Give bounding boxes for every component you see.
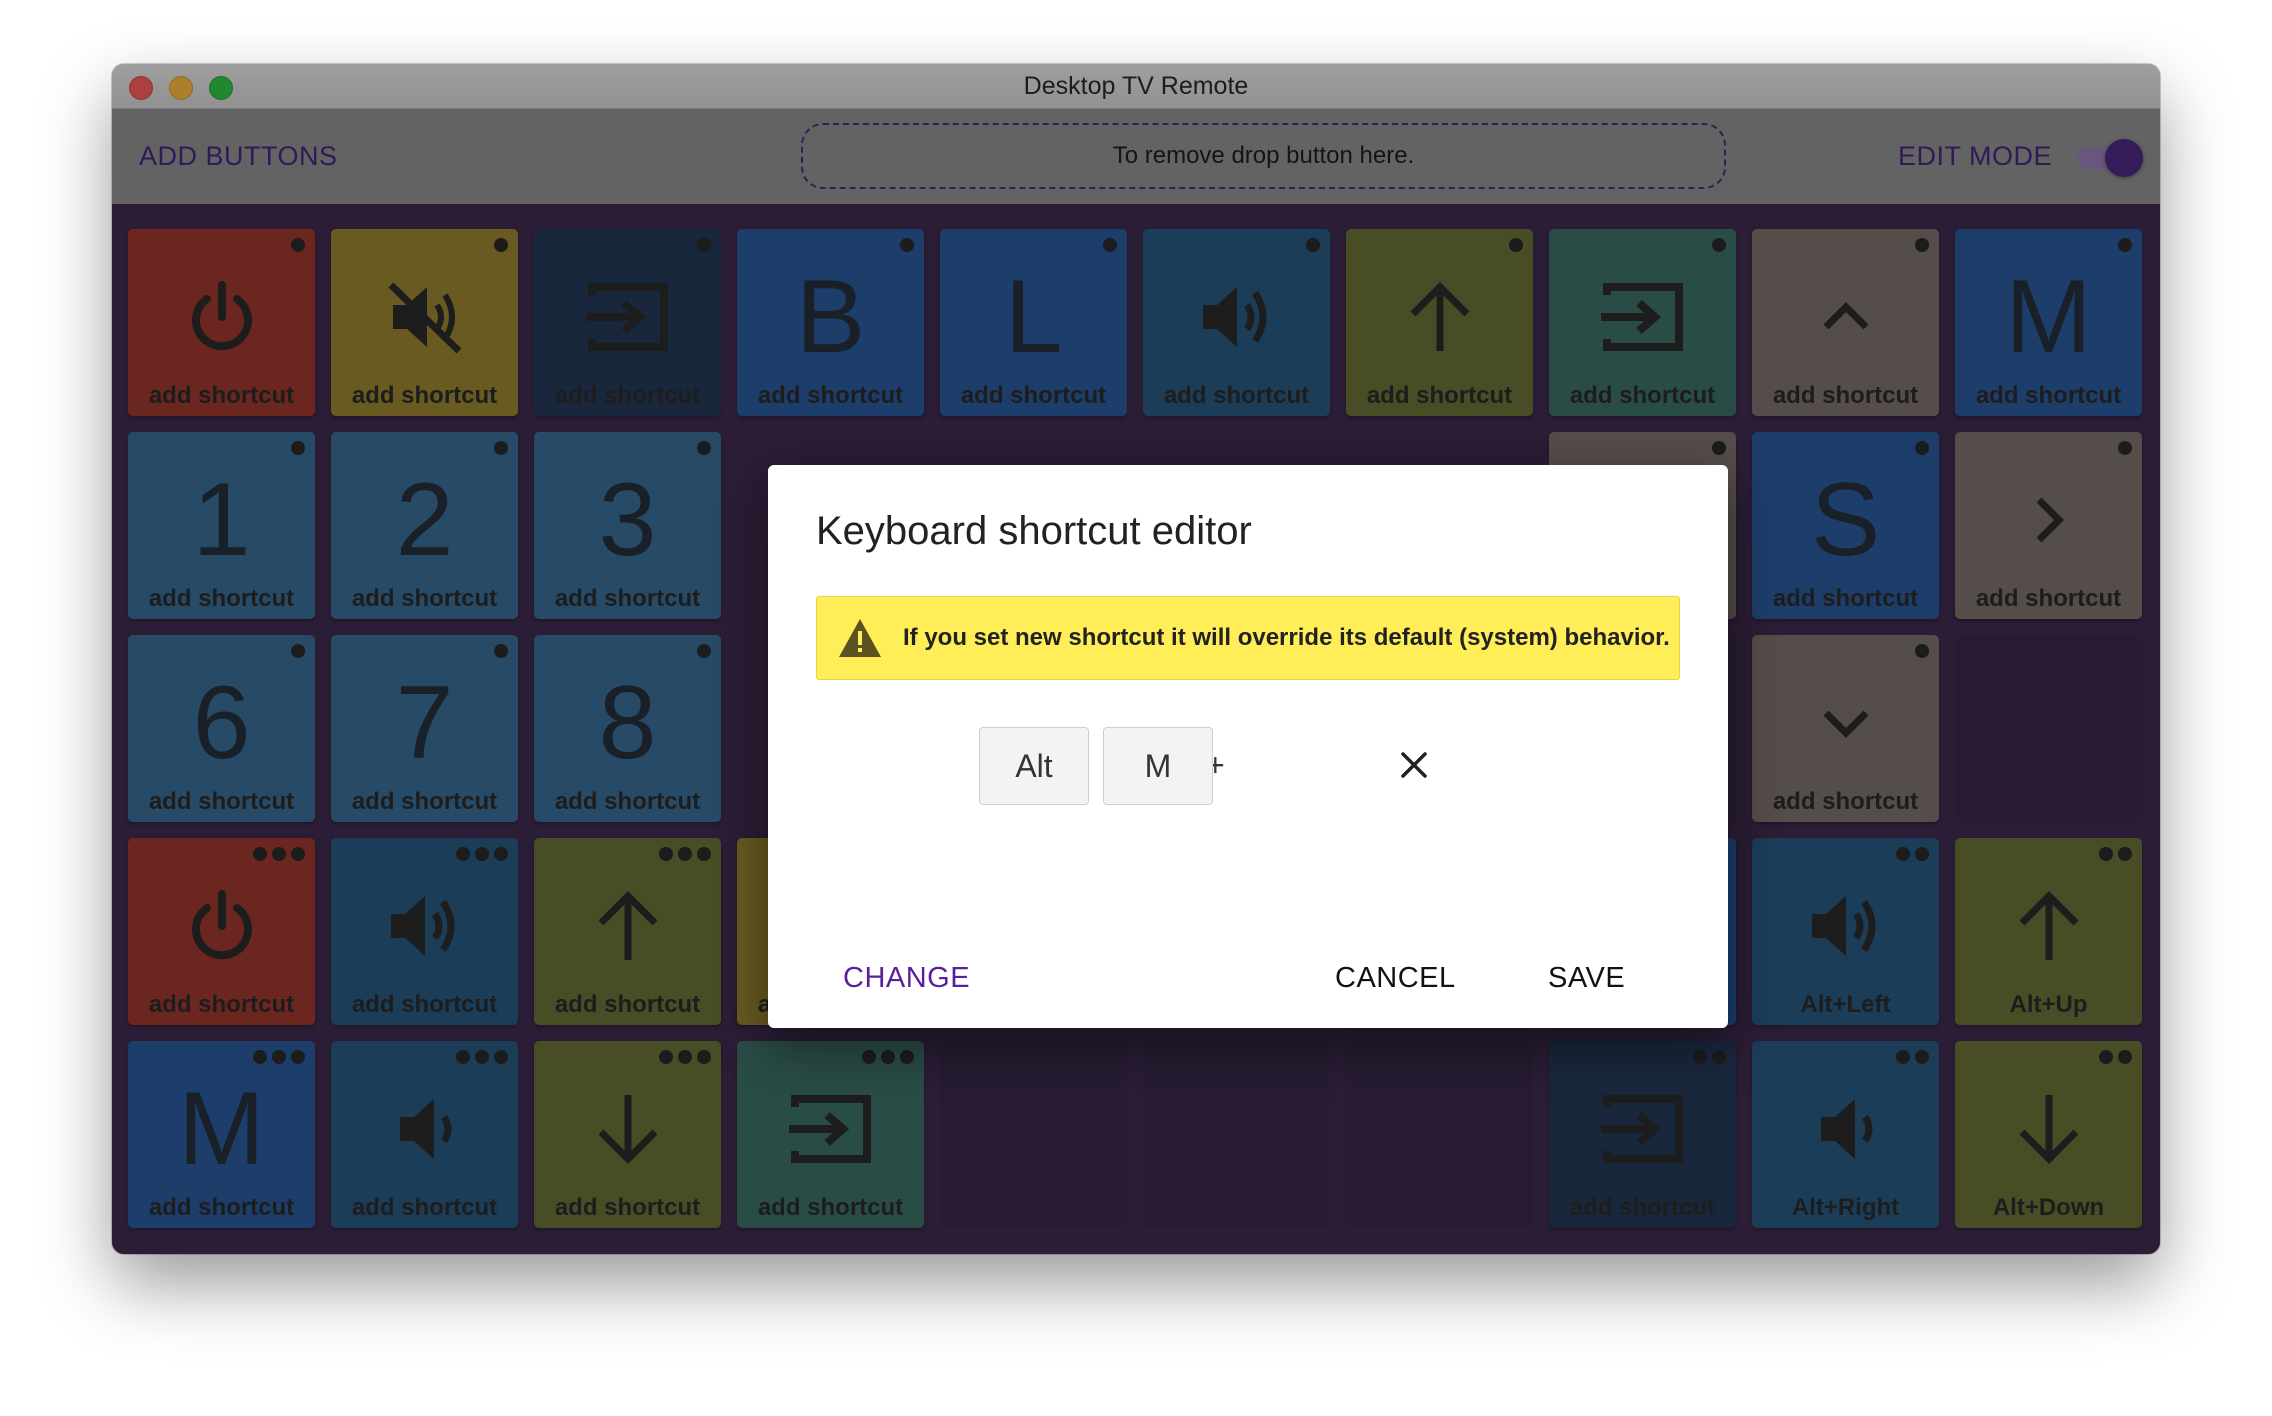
main-key-chip[interactable]: M — [1103, 727, 1213, 805]
warning-icon — [839, 619, 881, 657]
change-button[interactable]: CHANGE — [843, 962, 970, 995]
app-window: Desktop TV Remote ADD BUTTONS To remove … — [112, 64, 2160, 1254]
cancel-button[interactable]: CANCEL — [1335, 962, 1456, 995]
shortcut-editor-dialog: Keyboard shortcut editor If you set new … — [768, 465, 1728, 1028]
warning-text: If you set new shortcut it will override… — [903, 624, 1670, 651]
dialog-title: Keyboard shortcut editor — [816, 509, 1252, 553]
modifier-key-chip[interactable]: Alt — [979, 727, 1089, 805]
warning-banner: If you set new shortcut it will override… — [816, 596, 1680, 680]
close-icon[interactable] — [1394, 745, 1434, 785]
save-button[interactable]: SAVE — [1548, 962, 1625, 995]
